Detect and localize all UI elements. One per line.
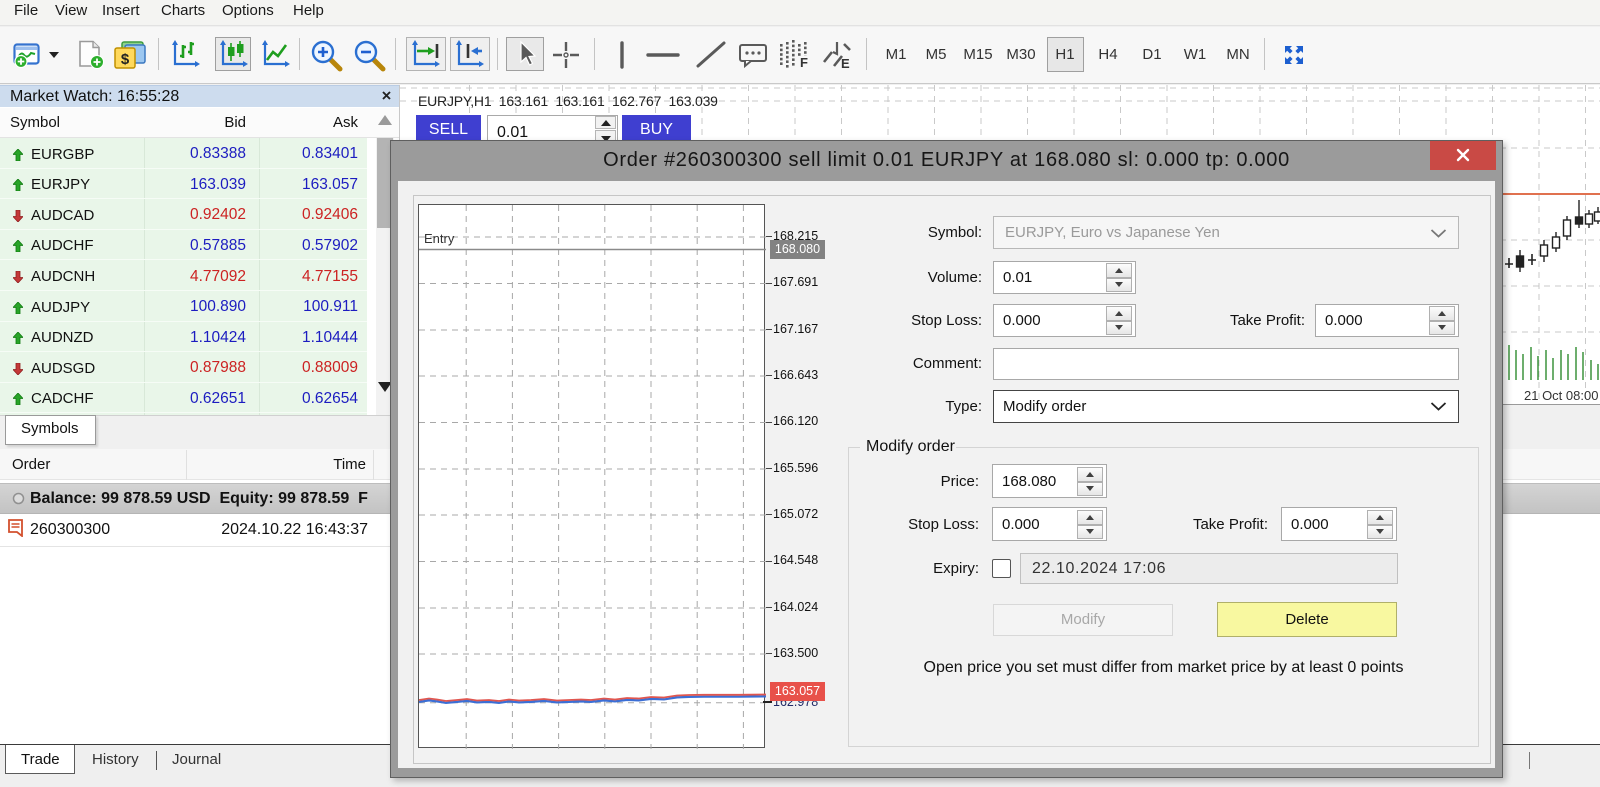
svg-text:$: $ — [121, 51, 130, 68]
svg-text:F: F — [800, 55, 808, 70]
svg-text:E: E — [841, 56, 850, 70]
